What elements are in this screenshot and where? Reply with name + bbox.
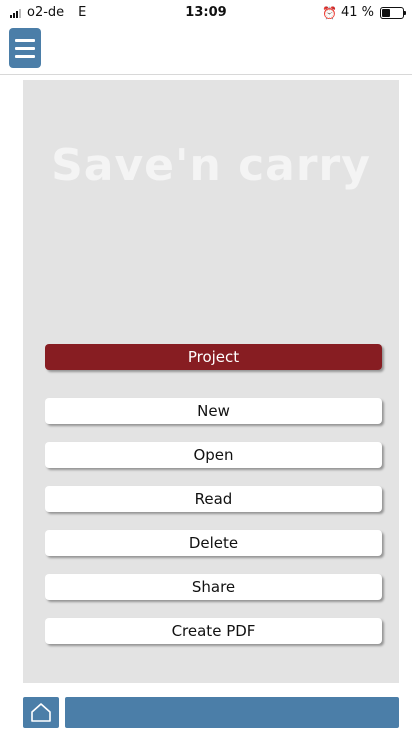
read-button[interactable]: Read	[45, 486, 382, 512]
alarm-icon: ⏰	[322, 5, 337, 20]
project-section-header: Project	[45, 344, 382, 370]
new-button[interactable]: New	[45, 398, 382, 424]
delete-button[interactable]: Delete	[45, 530, 382, 556]
open-button[interactable]: Open	[45, 442, 382, 468]
battery-percentage: 41 %	[340, 5, 374, 20]
hamburger-menu-icon[interactable]	[9, 28, 41, 68]
status-right: ⏰ 41 %	[322, 5, 406, 20]
app-title: Save'n carry	[51, 140, 371, 191]
bottom-bar	[0, 690, 412, 729]
battery-icon	[380, 6, 406, 19]
share-button[interactable]: Share	[45, 574, 382, 600]
create-pdf-button[interactable]: Create PDF	[45, 618, 382, 644]
status-bar: o2-de E 13:09 ⏰ 41 %	[0, 0, 412, 22]
top-bar	[0, 22, 412, 75]
main-panel: Save'n carry Project New Open Read Delet…	[23, 80, 399, 683]
home-icon[interactable]	[23, 697, 59, 728]
footer-bar	[65, 697, 399, 728]
